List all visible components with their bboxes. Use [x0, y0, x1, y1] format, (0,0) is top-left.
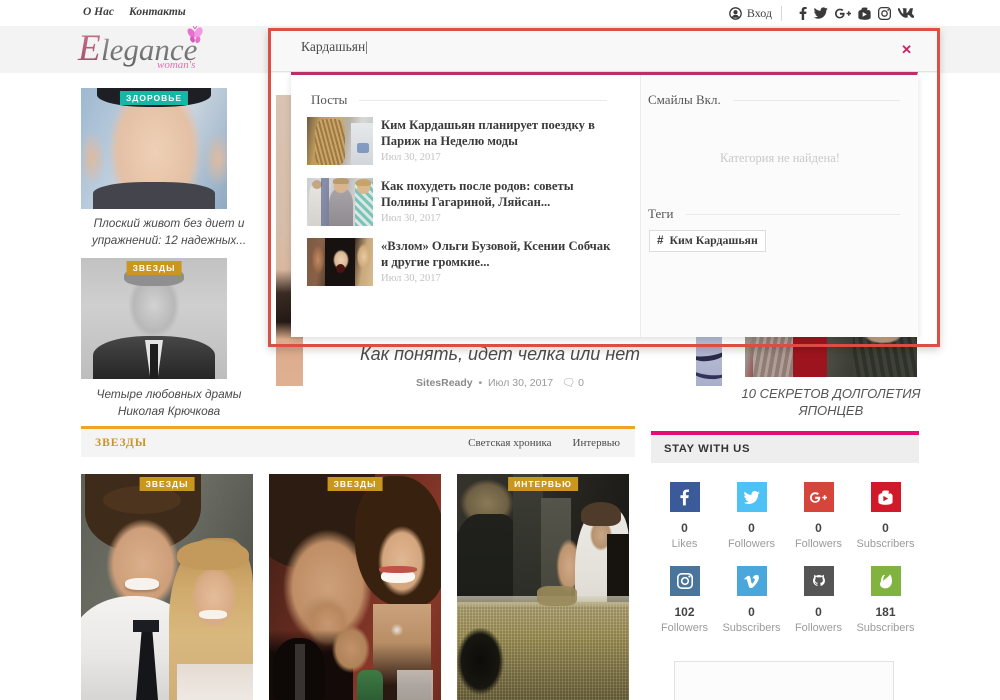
svg-text:E: E	[77, 28, 101, 69]
svg-text:woman's: woman's	[157, 59, 195, 71]
